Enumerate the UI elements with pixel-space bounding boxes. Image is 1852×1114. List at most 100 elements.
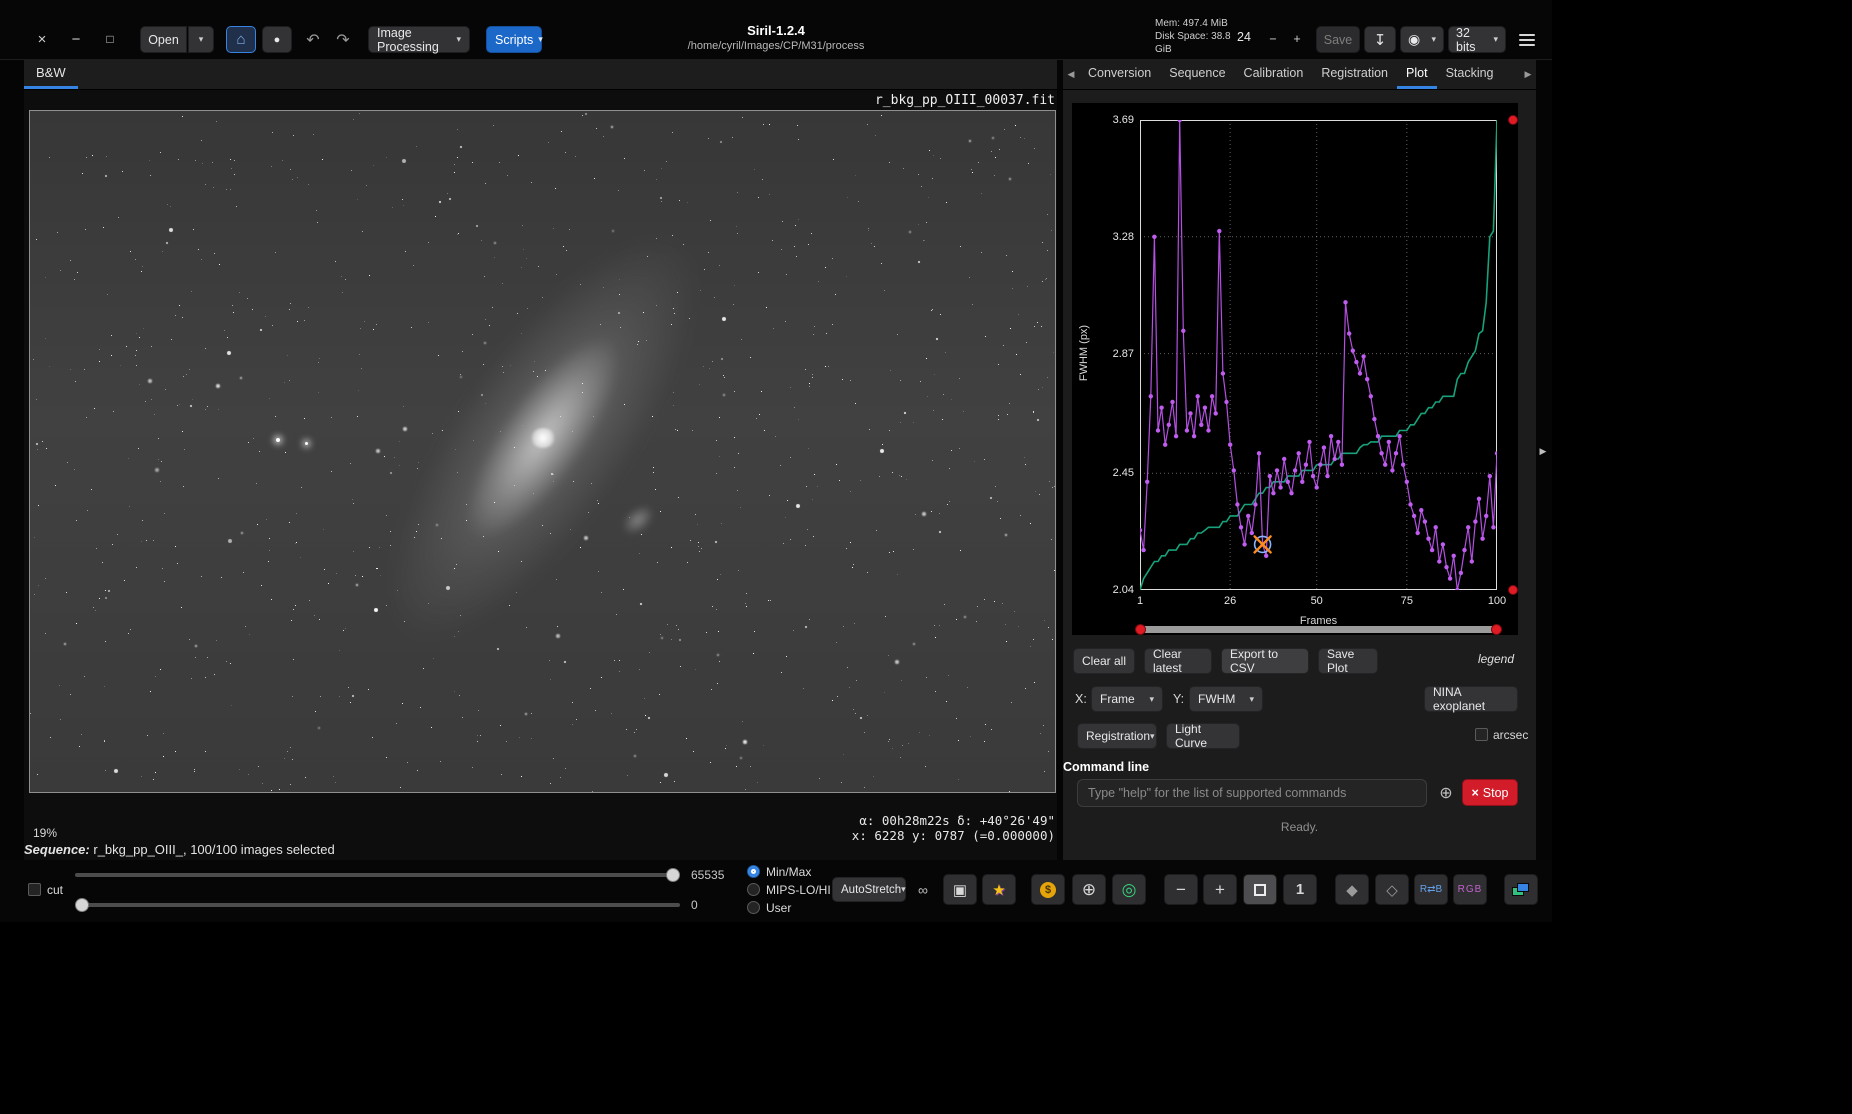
home-button[interactable]: ⌂ xyxy=(226,26,256,53)
plot-area[interactable] xyxy=(1140,120,1497,590)
x-axis-dropdown[interactable]: Frame ▾ xyxy=(1091,686,1163,712)
image-canvas[interactable] xyxy=(29,110,1056,793)
image-filename: r_bkg_pp_OIII_00037.fit xyxy=(875,93,1055,108)
tab-stacking[interactable]: Stacking xyxy=(1437,60,1503,89)
chain-link-icon: ∞ xyxy=(918,882,928,898)
plot-y-axis-label: FWHM (px) xyxy=(1078,313,1090,393)
camera-icon: ◉ xyxy=(1408,31,1420,48)
celestial-coordinates: α: 00h28m22s δ: +40°26'49" xyxy=(852,813,1055,828)
legend-label[interactable]: legend xyxy=(1478,652,1514,666)
frame-range-right-handle[interactable] xyxy=(1491,624,1502,635)
rgb-composition-button[interactable]: RGB xyxy=(1453,874,1487,905)
display-mode-radio-mips[interactable]: MIPS-LO/HI xyxy=(747,881,831,899)
save-plot-button[interactable]: Save Plot xyxy=(1318,648,1378,674)
image-list-button[interactable] xyxy=(1504,874,1538,905)
viewer-tabstrip: B&W xyxy=(24,60,1057,90)
link-channels-button[interactable]: ∞ xyxy=(910,877,936,902)
layers-icon xyxy=(1512,883,1530,897)
mirror-x-button[interactable]: ◆ xyxy=(1335,874,1369,905)
chevron-down-icon: ▾ xyxy=(901,884,906,895)
export-csv-button[interactable]: Export to CSV xyxy=(1221,648,1309,674)
image-processing-label: Image Processing xyxy=(377,26,451,54)
redo-button[interactable]: ↷ xyxy=(330,26,356,53)
minus-icon: − xyxy=(1269,32,1276,46)
tab-calibration[interactable]: Calibration xyxy=(1235,60,1313,89)
display-mode-radio-minmax[interactable]: Min/Max xyxy=(747,863,811,881)
y-range-upper-handle[interactable] xyxy=(1508,115,1518,125)
high-level-slider-handle[interactable] xyxy=(666,868,680,882)
stop-button[interactable]: × Stop xyxy=(1462,779,1518,806)
x-axis-value: Frame xyxy=(1100,692,1135,706)
radio-icon xyxy=(747,901,760,914)
snapshot-button[interactable]: ◉ ▾ xyxy=(1400,26,1444,53)
tab-sequence[interactable]: Sequence xyxy=(1160,60,1234,89)
frame-range-slider[interactable] xyxy=(1140,626,1497,633)
close-icon[interactable]: × xyxy=(30,27,54,51)
home-icon: ⌂ xyxy=(236,31,245,48)
command-aux-button[interactable]: ⊕ xyxy=(1433,781,1459,805)
maximize-icon[interactable]: □ xyxy=(98,27,122,51)
zoom-in-button[interactable]: + xyxy=(1203,874,1237,905)
arcsec-checkbox[interactable] xyxy=(1475,728,1488,741)
tab-registration[interactable]: Registration xyxy=(1312,60,1397,89)
open-dropdown-button[interactable]: ▾ xyxy=(188,26,214,53)
star-detection-button[interactable]: ★ xyxy=(982,874,1016,905)
stretch-mode-dropdown[interactable]: AutoStretch ▾ xyxy=(832,877,906,902)
low-level-slider[interactable] xyxy=(75,903,680,907)
channel-swap-button[interactable]: R⇄B xyxy=(1414,874,1448,905)
display-mode-radio-user[interactable]: User xyxy=(747,899,791,917)
zoom-100-button[interactable]: 1 xyxy=(1283,874,1317,905)
tab-conversion[interactable]: Conversion xyxy=(1079,60,1160,89)
menu-button[interactable] xyxy=(1512,27,1542,53)
chevron-down-icon: ▾ xyxy=(199,34,204,45)
channel-swap-icon: R⇄B xyxy=(1420,884,1442,895)
open-button[interactable]: Open xyxy=(140,26,187,53)
tabs-scroll-left-icon[interactable]: ◀ xyxy=(1063,60,1079,89)
threads-increase-button[interactable]: + xyxy=(1286,27,1308,51)
diamond-icon: ◆ xyxy=(1346,881,1358,899)
redo-icon: ↷ xyxy=(336,30,349,50)
tab-bw[interactable]: B&W xyxy=(24,60,78,89)
chevron-down-icon: ▾ xyxy=(1150,731,1155,742)
record-button[interactable]: ● xyxy=(262,26,292,53)
y-range-lower-handle[interactable] xyxy=(1508,585,1518,595)
panel-expander-button[interactable]: ▶ xyxy=(1536,440,1550,462)
one-to-one-icon: 1 xyxy=(1296,881,1304,898)
radio-icon xyxy=(747,883,760,896)
image-processing-menu-button[interactable]: Image Processing ▾ xyxy=(368,26,470,53)
light-curve-button[interactable]: Light Curve xyxy=(1166,723,1240,749)
stop-x-icon: × xyxy=(1471,786,1478,800)
panel-tabstrip: ◀ Conversion Sequence Calibration Regist… xyxy=(1063,60,1536,90)
scripts-menu-button[interactable]: Scripts ▾ xyxy=(486,26,542,53)
zoom-out-button[interactable]: − xyxy=(1164,874,1198,905)
celestial-grid-button[interactable]: ◎ xyxy=(1112,874,1146,905)
registration-dropdown[interactable]: Registration ▾ xyxy=(1077,723,1157,749)
titlebar: × − □ Open ▾ ⌂ ● ↶ ↷ Image Processing ▾ … xyxy=(0,0,1552,60)
cut-checkbox[interactable] xyxy=(28,883,41,896)
save-button[interactable]: Save xyxy=(1316,26,1360,53)
clear-latest-button[interactable]: Clear latest xyxy=(1144,648,1212,674)
command-input[interactable] xyxy=(1077,779,1427,807)
export-button[interactable]: ↧ xyxy=(1364,26,1396,53)
annotations-button[interactable]: ⊕ xyxy=(1072,874,1106,905)
nina-exoplanet-button[interactable]: NINA exoplanet xyxy=(1424,686,1518,712)
low-level-slider-handle[interactable] xyxy=(75,898,89,912)
y-axis-value: FWHM xyxy=(1198,692,1235,706)
minimize-icon[interactable]: − xyxy=(64,27,88,51)
frame-range-left-handle[interactable] xyxy=(1135,624,1146,635)
y-axis-dropdown[interactable]: FWHM ▾ xyxy=(1189,686,1263,712)
tab-plot[interactable]: Plot xyxy=(1397,60,1437,89)
threads-decrease-button[interactable]: − xyxy=(1262,27,1284,51)
command-line-header: Command line xyxy=(1063,760,1149,774)
tabs-scroll-right-icon[interactable]: ▶ xyxy=(1520,60,1536,89)
bit-depth-dropdown[interactable]: 32 bits ▾ xyxy=(1448,26,1506,53)
zoom-fit-button[interactable] xyxy=(1243,874,1277,905)
undo-button[interactable]: ↶ xyxy=(300,26,326,53)
snapshot-to-clipboard-button[interactable]: ▣ xyxy=(943,874,977,905)
clear-all-button[interactable]: Clear all xyxy=(1073,648,1135,674)
mirror-y-button[interactable]: ◇ xyxy=(1375,874,1409,905)
photometry-button[interactable]: $ xyxy=(1031,874,1065,905)
high-level-slider[interactable] xyxy=(75,873,680,877)
threads-value[interactable]: 24 xyxy=(1237,30,1251,44)
high-level-value: 65535 xyxy=(691,868,724,882)
